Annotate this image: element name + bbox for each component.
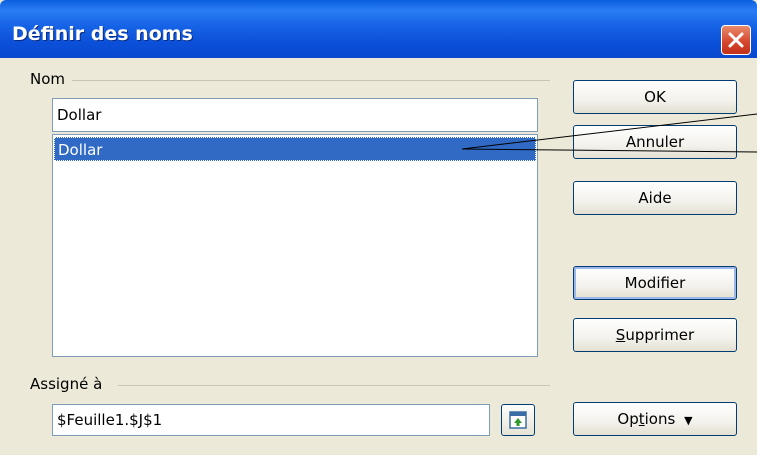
assign-group-label: Assigné à xyxy=(30,375,109,393)
window-title: Définir des noms xyxy=(12,23,193,45)
double-chevron-down-icon: ▼ xyxy=(684,414,693,427)
shrink-icon xyxy=(509,411,527,429)
shrink-button[interactable] xyxy=(501,404,535,436)
options-label-start: Op xyxy=(617,410,639,428)
cancel-button[interactable]: Annuler xyxy=(573,125,737,159)
title-bar: Définir des noms xyxy=(0,0,757,58)
assigned-to-value: $Feuille1.$J$1 xyxy=(57,411,163,429)
name-group-label: Nom xyxy=(30,70,72,88)
delete-mnemonic: S xyxy=(615,326,626,344)
name-input[interactable]: Dollar xyxy=(52,98,538,132)
delete-button[interactable]: Supprimer xyxy=(573,318,737,352)
name-input-value: Dollar xyxy=(57,106,102,124)
options-label-end: ions xyxy=(644,410,676,428)
list-item-label: Dollar xyxy=(58,141,103,159)
names-listbox[interactable]: Dollar xyxy=(52,134,538,357)
close-icon xyxy=(728,32,744,48)
name-group-line xyxy=(72,80,550,81)
delete-label: upprimer xyxy=(625,326,695,344)
assigned-to-input[interactable]: $Feuille1.$J$1 xyxy=(52,404,490,436)
help-button[interactable]: Aide xyxy=(573,181,737,215)
list-item[interactable]: Dollar xyxy=(54,137,536,161)
ok-button[interactable]: OK xyxy=(573,80,737,114)
modify-button[interactable]: Modifier xyxy=(573,266,737,300)
assign-group-line xyxy=(118,385,550,386)
close-button[interactable] xyxy=(721,25,751,55)
options-button[interactable]: Options ▼ xyxy=(573,402,737,436)
